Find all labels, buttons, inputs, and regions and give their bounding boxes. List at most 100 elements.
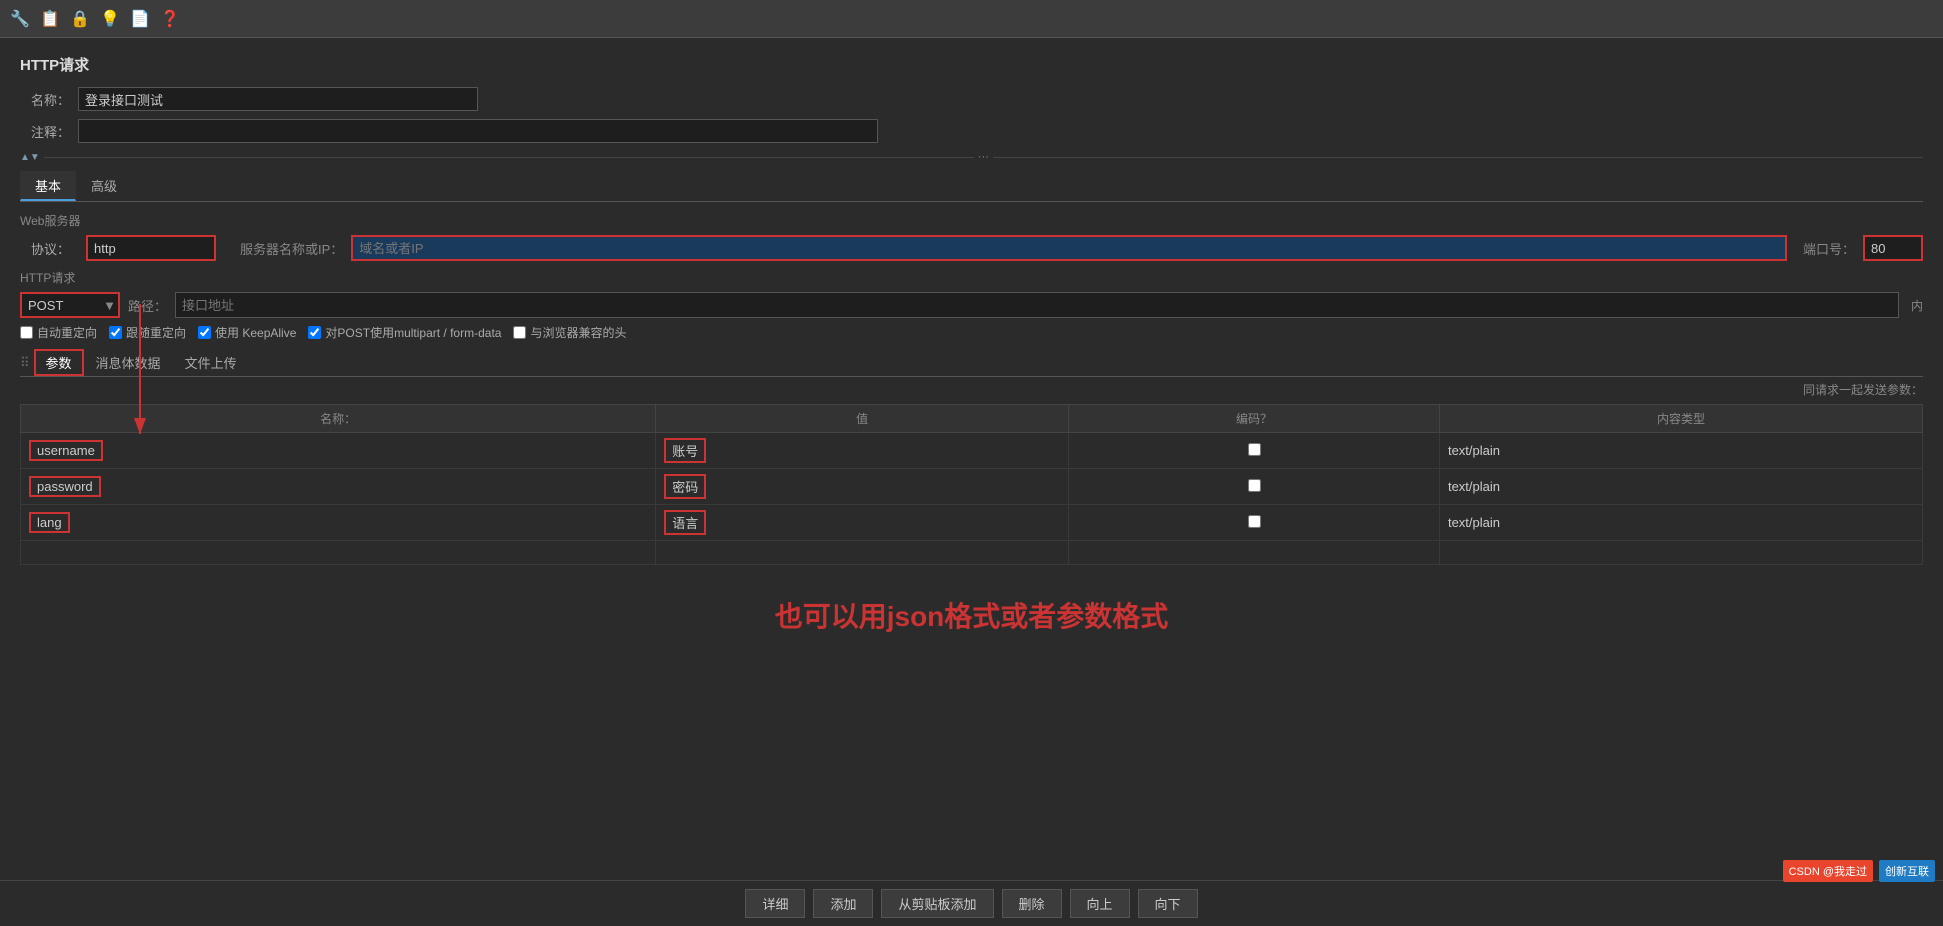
name-cell-1: username xyxy=(21,433,656,469)
encoded-cell-3 xyxy=(1069,505,1440,541)
follow-redirect-checkbox[interactable]: 跟随重定向 xyxy=(109,324,186,341)
keepalive-label: 使用 KeepAlive xyxy=(215,324,296,341)
detail-button[interactable]: 详细 xyxy=(745,889,805,918)
name-cell-3: lang xyxy=(21,505,656,541)
toolbar-icon-4[interactable]: 💡 xyxy=(98,7,122,31)
server-label: 服务器名称或IP： xyxy=(240,239,343,258)
encoded-check-1[interactable] xyxy=(1248,443,1261,456)
browser-headers-input[interactable] xyxy=(513,326,526,339)
content-type-cell-1: text/plain xyxy=(1439,433,1922,469)
params-table: 名称： 值 编码？ 内容类型 username 账号 xyxy=(20,404,1923,565)
comment-input[interactable] xyxy=(78,119,878,143)
annotation-text: 也可以用json格式或者参数格式 xyxy=(20,565,1923,645)
auto-redirect-label: 自动重定向 xyxy=(37,324,97,341)
content-type-cell-2: text/plain xyxy=(1439,469,1922,505)
params-instruction: 同请求一起发送参数： xyxy=(20,377,1923,402)
server-input[interactable] xyxy=(351,235,1787,261)
toolbar-icon-2[interactable]: 📋 xyxy=(38,7,62,31)
method-select[interactable]: POST GET PUT DELETE PATCH xyxy=(20,292,120,318)
server-config-row: 协议： 服务器名称或IP： 端口号： xyxy=(20,235,1923,261)
tab-basic[interactable]: 基本 xyxy=(20,171,76,201)
comment-label: 注释： xyxy=(20,122,70,141)
name-label: 名称： xyxy=(20,90,70,109)
http-request-row: POST GET PUT DELETE PATCH ▼ 路径： 内 xyxy=(20,292,1923,318)
port-label: 端口号： xyxy=(1803,239,1855,258)
value-content-1: 账号 xyxy=(664,438,706,463)
bottom-bar: 详细 添加 从剪贴板添加 删除 向上 向下 xyxy=(0,880,1943,926)
add-button[interactable]: 添加 xyxy=(813,889,873,918)
page-title: HTTP请求 xyxy=(20,54,1923,75)
content-type-cell-3: text/plain xyxy=(1439,505,1922,541)
table-wrapper: 名称： 值 编码？ 内容类型 username 账号 xyxy=(20,404,1923,565)
tab-params[interactable]: 参数 xyxy=(34,349,84,376)
http-request-label: HTTP请求 xyxy=(20,269,1923,286)
path-input[interactable] xyxy=(175,292,1899,318)
up-button[interactable]: 向上 xyxy=(1070,889,1130,918)
table-row: username 账号 text/plain xyxy=(21,433,1923,469)
down-button[interactable]: 向下 xyxy=(1138,889,1198,918)
follow-redirect-label: 跟随重定向 xyxy=(126,324,186,341)
table-row: password 密码 text/plain xyxy=(21,469,1923,505)
col-header-content-type: 内容类型 xyxy=(1439,405,1922,433)
value-content-2: 密码 xyxy=(664,474,706,499)
col-header-encoded: 编码？ xyxy=(1069,405,1440,433)
drag-handle-icon[interactable]: ⠿ xyxy=(20,355,30,371)
table-header-row: 名称： 值 编码？ 内容类型 xyxy=(21,405,1923,433)
name-cell-2: password xyxy=(21,469,656,505)
keepalive-checkbox[interactable]: 使用 KeepAlive xyxy=(198,324,296,341)
value-content-3: 语言 xyxy=(664,510,706,535)
brand-watermark: 创新互联 xyxy=(1879,860,1935,882)
name-row: 名称： xyxy=(20,87,1923,111)
table-row-empty xyxy=(21,541,1923,565)
table-row: lang 语言 text/plain xyxy=(21,505,1923,541)
multipart-checkbox[interactable]: 对POST使用multipart / form-data xyxy=(308,324,501,341)
main-tabs: 基本 高级 xyxy=(20,171,1923,202)
multipart-label: 对POST使用multipart / form-data xyxy=(325,324,501,341)
tab-body[interactable]: 消息体数据 xyxy=(84,349,173,376)
auto-redirect-checkbox[interactable]: 自动重定向 xyxy=(20,324,97,341)
delete-button[interactable]: 删除 xyxy=(1002,889,1062,918)
name-value-1: username xyxy=(29,440,103,461)
value-cell-2: 密码 xyxy=(656,469,1069,505)
checkboxes-row: 自动重定向 跟随重定向 使用 KeepAlive 对POST使用multipar… xyxy=(20,324,1923,341)
divider-line xyxy=(44,157,974,158)
browser-headers-checkbox[interactable]: 与浏览器兼容的头 xyxy=(513,324,626,341)
main-content: HTTP请求 名称： 注释： ▲▼ ··· 基本 高级 Web服务器 协议： 服… xyxy=(0,38,1943,661)
toolbar: 🔧 📋 🔒 💡 📄 ❓ xyxy=(0,0,1943,38)
encoded-cell-2 xyxy=(1069,469,1440,505)
csdn-watermark: CSDN @我走过 xyxy=(1783,860,1873,882)
comment-row: 注释： xyxy=(20,119,1923,143)
inner-label: 内 xyxy=(1907,297,1923,314)
port-input[interactable] xyxy=(1863,235,1923,261)
toolbar-icon-5[interactable]: 📄 xyxy=(128,7,152,31)
divider-line-2 xyxy=(993,157,1923,158)
params-tabs: ⠿ 参数 消息体数据 文件上传 xyxy=(20,349,1923,377)
tab-advanced[interactable]: 高级 xyxy=(76,171,132,201)
method-wrapper: POST GET PUT DELETE PATCH ▼ xyxy=(20,292,120,318)
protocol-input[interactable] xyxy=(86,235,216,261)
col-header-value: 值 xyxy=(656,405,1069,433)
paste-add-button[interactable]: 从剪贴板添加 xyxy=(881,889,993,918)
name-value-3: lang xyxy=(29,512,70,533)
protocol-label: 协议： xyxy=(20,239,70,258)
browser-headers-label: 与浏览器兼容的头 xyxy=(530,324,626,341)
path-label: 路径： xyxy=(128,296,167,315)
value-cell-1: 账号 xyxy=(656,433,1069,469)
divider-dots: ··· xyxy=(978,151,989,163)
name-value-2: password xyxy=(29,476,101,497)
tab-file[interactable]: 文件上传 xyxy=(173,349,249,376)
web-server-label: Web服务器 xyxy=(20,212,1923,229)
toolbar-icon-3[interactable]: 🔒 xyxy=(68,7,92,31)
encoded-check-3[interactable] xyxy=(1248,515,1261,528)
toolbar-icon-6[interactable]: ❓ xyxy=(158,7,182,31)
col-header-name: 名称： xyxy=(21,405,656,433)
divider-row: ▲▼ ··· xyxy=(20,151,1923,163)
toolbar-icon-1[interactable]: 🔧 xyxy=(8,7,32,31)
auto-redirect-input[interactable] xyxy=(20,326,33,339)
encoded-check-2[interactable] xyxy=(1248,479,1261,492)
follow-redirect-input[interactable] xyxy=(109,326,122,339)
multipart-input[interactable] xyxy=(308,326,321,339)
name-input[interactable] xyxy=(78,87,478,111)
value-cell-3: 语言 xyxy=(656,505,1069,541)
keepalive-input[interactable] xyxy=(198,326,211,339)
